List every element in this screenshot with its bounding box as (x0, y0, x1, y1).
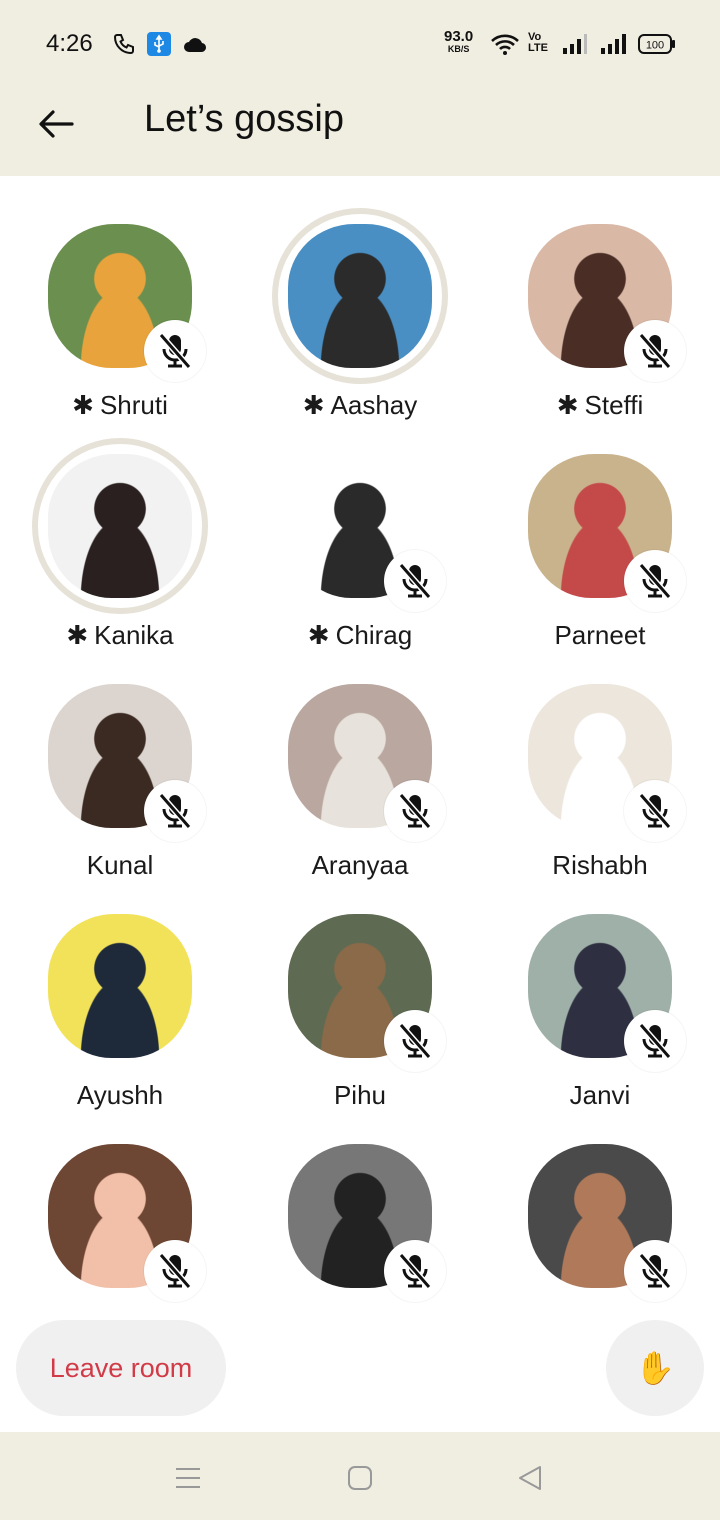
mic-muted-icon (384, 1010, 446, 1072)
mic-muted-icon (624, 1010, 686, 1072)
status-bar: 4:26 93.0 KB/S Vo LTE 100 (0, 0, 720, 88)
usb-icon (147, 30, 171, 58)
avatar-container (528, 914, 686, 1072)
raise-hand-button[interactable]: ✋ (606, 1320, 704, 1416)
avatar[interactable] (288, 224, 432, 368)
mic-muted-icon (384, 780, 446, 842)
cloud-icon (182, 30, 208, 58)
participant-tile[interactable]: Janvi (480, 866, 720, 1110)
participant-tile[interactable]: Kunal (0, 636, 240, 880)
signal-1-icon (562, 30, 588, 58)
participant-tile[interactable] (0, 1096, 240, 1326)
system-nav-bar (0, 1432, 720, 1520)
wifi-icon (490, 30, 520, 58)
avatar-container (288, 454, 446, 612)
leave-room-button[interactable]: Leave room (16, 1320, 226, 1416)
avatar-container (48, 914, 192, 1058)
avatar-container (48, 684, 206, 842)
arrow-left-icon (39, 110, 74, 138)
mic-muted-icon (624, 550, 686, 612)
mic-muted-icon (624, 320, 686, 382)
participant-tile[interactable] (240, 1096, 480, 1326)
network-speed-unit: KB/S (447, 44, 470, 54)
participant-tile[interactable]: ✱ Aashay (240, 176, 480, 420)
back-nav-button[interactable] (510, 1458, 550, 1498)
status-time: 4:26 (46, 30, 93, 57)
avatar-container (528, 684, 686, 842)
battery-level: 100 (646, 40, 664, 52)
menu-icon (176, 1468, 200, 1488)
participant-tile[interactable]: ✱ Kanika (0, 406, 240, 650)
avatar-container (32, 438, 208, 614)
avatar-container (528, 454, 686, 612)
signal-2-icon (600, 30, 630, 58)
triangle-back-icon (519, 1466, 541, 1490)
hand-icon: ✋ (635, 1350, 675, 1386)
mic-muted-icon (144, 780, 206, 842)
avatar-container (528, 224, 686, 382)
mic-muted-icon (144, 1240, 206, 1302)
participant-tile[interactable]: ✱ Shruti (0, 176, 240, 420)
participant-tile[interactable]: Rishabh (480, 636, 720, 880)
avatar-container (288, 1144, 446, 1302)
back-button[interactable] (34, 102, 78, 146)
mic-muted-icon (144, 320, 206, 382)
room-header: Let’s gossip (0, 88, 720, 176)
avatar-container (528, 1144, 686, 1302)
call-icon (112, 30, 136, 58)
mic-muted-icon (624, 1240, 686, 1302)
volte-bottom: LTE (528, 42, 548, 54)
avatar-container (48, 224, 206, 382)
square-icon (348, 1466, 372, 1490)
participant-tile[interactable]: Pihu (240, 866, 480, 1110)
mic-muted-icon (624, 780, 686, 842)
avatar-container (272, 208, 448, 384)
mic-muted-icon (384, 1240, 446, 1302)
participant-tile[interactable]: Ayushh (0, 866, 240, 1110)
avatar-container (288, 684, 446, 842)
participant-tile[interactable]: ✱ Chirag (240, 406, 480, 650)
participant-tile[interactable]: Parneet (480, 406, 720, 650)
network-speed: 93.0 KB/S (444, 29, 473, 55)
participant-tile[interactable]: Aranyaa (240, 636, 480, 880)
avatar-container (48, 1144, 206, 1302)
volte-indicator: Vo LTE (528, 32, 548, 54)
battery-icon: 100 (638, 30, 676, 58)
participant-tile[interactable] (480, 1096, 720, 1326)
avatar[interactable] (48, 454, 192, 598)
avatar-container (288, 914, 446, 1072)
avatar[interactable] (48, 914, 192, 1058)
participant-tile[interactable]: ✱ Steffi (480, 176, 720, 420)
room-title: Let’s gossip (144, 98, 344, 140)
recent-apps-button[interactable] (168, 1458, 208, 1498)
mic-muted-icon (384, 550, 446, 612)
home-button[interactable] (340, 1458, 380, 1498)
participant-grid: ✱ Shruti ✱ Aashay ✱ Steffi ✱ Kanika ✱ Chirag Parne… (0, 176, 720, 1432)
